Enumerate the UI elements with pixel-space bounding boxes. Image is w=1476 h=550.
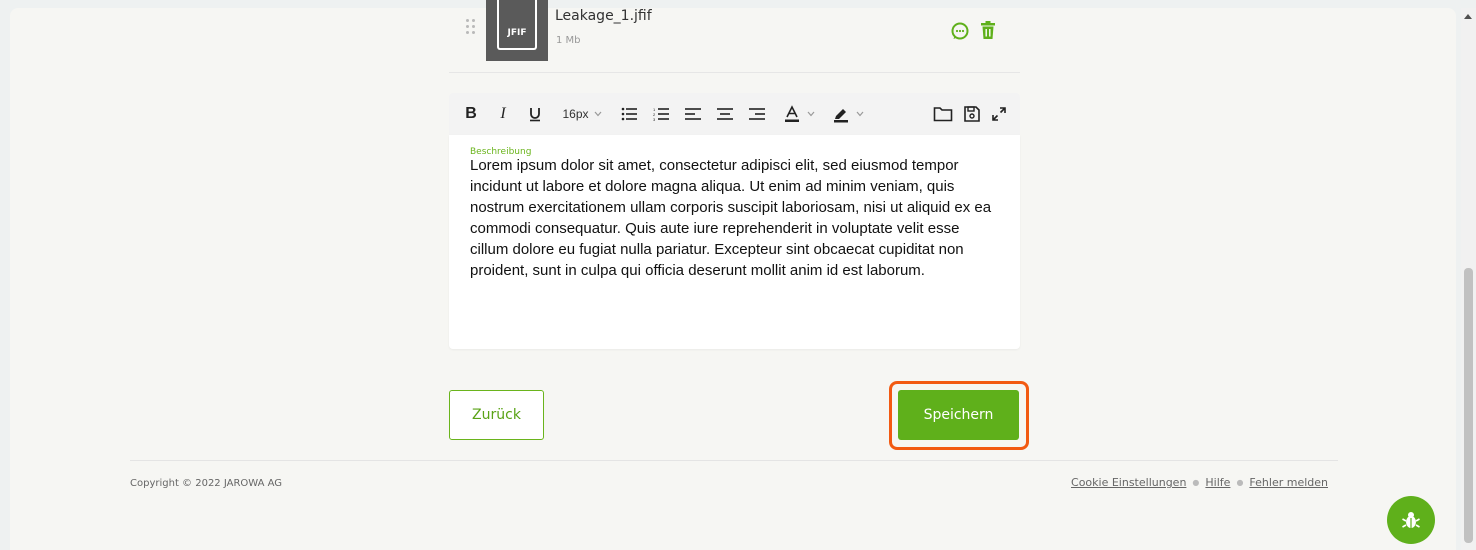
fullscreen-icon[interactable] xyxy=(989,103,1009,125)
file-name[interactable]: Leakage_1.jfif xyxy=(555,8,652,24)
file-thumbnail[interactable]: JFIF xyxy=(486,0,548,61)
bug-icon xyxy=(1402,512,1420,528)
bullet-list-icon[interactable] xyxy=(619,103,639,125)
trash-icon[interactable] xyxy=(978,20,998,40)
vertical-scrollbar[interactable] xyxy=(1461,8,1476,550)
attachment-divider xyxy=(449,72,1020,73)
numbered-list-icon[interactable]: 123 xyxy=(651,103,671,125)
file-type-badge: JFIF xyxy=(507,28,527,38)
text-color-icon xyxy=(785,105,799,122)
scroll-up-arrow-icon[interactable] xyxy=(1464,14,1472,19)
font-size-select[interactable]: 16px xyxy=(557,103,607,125)
align-right-icon[interactable] xyxy=(747,103,767,125)
copyright-text: Copyright © 2022 JAROWA AG xyxy=(130,478,283,489)
report-bug-button[interactable] xyxy=(1387,496,1435,544)
file-size: 1 Mb xyxy=(556,35,581,46)
folder-icon[interactable] xyxy=(932,103,954,125)
description-editor[interactable]: Beschreibung Lorem ipsum dolor sit amet,… xyxy=(449,135,1020,349)
separator-dot: ● xyxy=(1192,478,1200,487)
italic-button[interactable]: I xyxy=(495,103,511,125)
description-text[interactable]: Lorem ipsum dolor sit amet, consectetur … xyxy=(470,155,998,281)
cookie-settings-link[interactable]: Cookie Einstellungen xyxy=(1071,476,1186,489)
editor-toolbar: B I 16px 123 xyxy=(449,93,1020,135)
scroll-thumb[interactable] xyxy=(1464,268,1473,543)
bold-button[interactable]: B xyxy=(463,103,479,125)
save-button[interactable]: Speichern xyxy=(898,390,1019,440)
footer-divider xyxy=(130,460,1338,461)
file-icon: JFIF xyxy=(497,0,537,50)
comment-icon[interactable] xyxy=(950,21,970,41)
back-button[interactable]: Zurück xyxy=(449,390,544,440)
font-size-value: 16px xyxy=(562,107,589,121)
chevron-down-icon xyxy=(856,111,864,117)
separator-dot: ● xyxy=(1236,478,1244,487)
report-error-link[interactable]: Fehler melden xyxy=(1249,476,1328,489)
help-link[interactable]: Hilfe xyxy=(1205,476,1230,489)
drag-handle-icon[interactable] xyxy=(466,19,478,37)
highlighter-icon xyxy=(834,109,848,123)
highlight-color-button[interactable] xyxy=(827,103,869,125)
chevron-down-icon xyxy=(807,111,815,117)
align-left-icon[interactable] xyxy=(683,103,703,125)
chevron-down-icon xyxy=(594,111,601,117)
save-icon[interactable] xyxy=(961,103,983,125)
footer-links: Cookie Einstellungen ● Hilfe ● Fehler me… xyxy=(1071,476,1328,489)
svg-text:3: 3 xyxy=(653,117,656,121)
text-color-button[interactable] xyxy=(779,103,819,125)
align-center-icon[interactable] xyxy=(715,103,735,125)
underline-button[interactable] xyxy=(527,103,543,125)
